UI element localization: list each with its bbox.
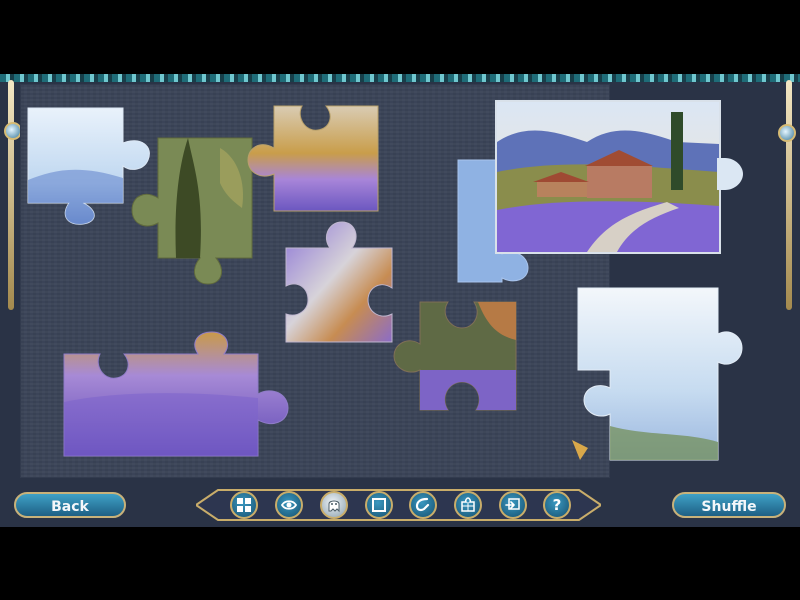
square-frame-icon <box>372 498 386 512</box>
eye-icon <box>281 500 297 510</box>
magnet-button[interactable] <box>409 491 437 519</box>
left-rail <box>8 80 14 310</box>
puzzle-piece-wheat-lavender[interactable] <box>246 105 380 214</box>
right-rail <box>786 80 792 310</box>
help-button[interactable]: ? <box>543 491 571 519</box>
ghost-button[interactable] <box>320 491 348 519</box>
puzzle-piece-cypress[interactable] <box>130 137 258 288</box>
preview-button[interactable] <box>275 491 303 519</box>
back-button[interactable]: Back <box>14 492 126 518</box>
shuffle-button[interactable]: Shuffle <box>672 492 786 518</box>
puzzle-piece-icon <box>461 497 475 512</box>
preview-image <box>495 100 721 254</box>
right-rail-gem-icon <box>778 124 796 142</box>
box-icon <box>505 498 520 510</box>
frame-button[interactable] <box>365 491 393 519</box>
edges-button[interactable] <box>454 491 482 519</box>
puzzle-piece-cloud-stack[interactable] <box>576 286 744 464</box>
pieces-grid-button[interactable] <box>230 491 258 519</box>
question-icon: ? <box>552 496 562 514</box>
puzzle-piece-stone-path[interactable] <box>282 218 398 344</box>
puzzle-piece-fragment[interactable] <box>570 438 590 462</box>
top-ornament-border <box>0 74 800 82</box>
box-button[interactable] <box>499 491 527 519</box>
ghost-icon <box>328 500 340 513</box>
puzzle-piece-dark-tree[interactable] <box>392 300 520 412</box>
puzzle-piece-lavender-field[interactable] <box>62 331 290 458</box>
magnet-icon <box>415 497 430 512</box>
preview-tab <box>717 158 743 190</box>
grid-icon <box>237 498 251 512</box>
